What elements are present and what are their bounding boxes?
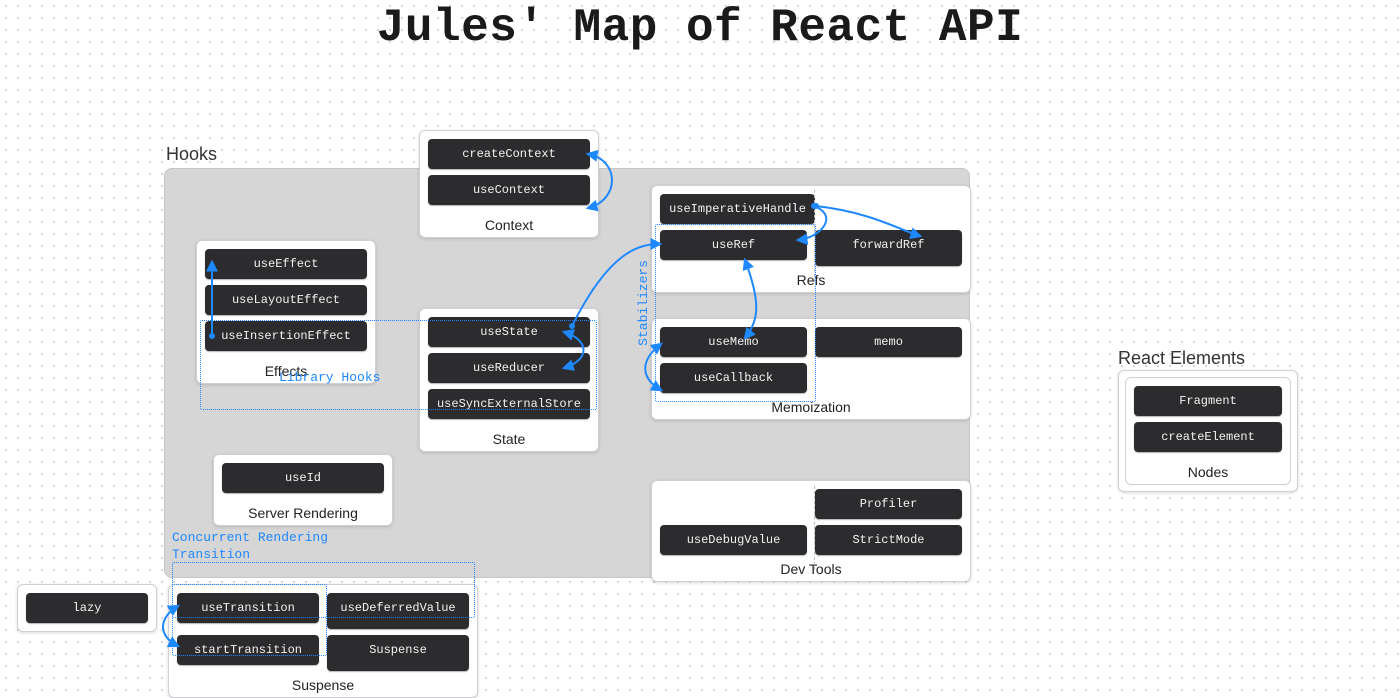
tile-lazy: lazy	[26, 593, 148, 623]
group-memoization: useMemo useCallback memo Memoization	[651, 318, 971, 420]
tile-useEffect: useEffect	[205, 249, 367, 279]
tile-useImperativeHandle: useImperativeHandle	[660, 194, 815, 224]
react-elements-label: React Elements	[1118, 348, 1245, 369]
tile-useTransition: useTransition	[177, 593, 319, 623]
group-suspense: useTransition useDeferredValue startTran…	[168, 584, 478, 698]
tile-Profiler: Profiler	[815, 489, 962, 519]
hooks-label: Hooks	[166, 144, 217, 165]
group-dev-tools: useDebugValue Profiler StrictMode Dev To…	[651, 480, 971, 582]
tile-useContext: useContext	[428, 175, 590, 205]
group-server-rendering: useId Server Rendering	[213, 454, 393, 526]
caption-context: Context	[420, 217, 598, 233]
tile-useDeferredValue: useDeferredValue	[327, 593, 469, 629]
caption-devtools: Dev Tools	[652, 561, 970, 577]
tile-useState: useState	[428, 317, 590, 347]
group-state: useState useReducer useSyncExternalStore…	[419, 308, 599, 452]
tile-createContext: createContext	[428, 139, 590, 169]
tile-Suspense: Suspense	[327, 635, 469, 671]
caption-nodes: Nodes	[1126, 464, 1290, 480]
group-react-elements: Fragment createElement Nodes	[1118, 370, 1298, 492]
tile-useSyncExternalStore: useSyncExternalStore	[428, 389, 590, 419]
page-title: Jules' Map of React API	[0, 2, 1400, 54]
caption-suspense: Suspense	[169, 677, 477, 693]
tile-startTransition: startTransition	[177, 635, 319, 665]
tile-useMemo: useMemo	[660, 327, 807, 357]
caption-effects: Effects	[197, 363, 375, 379]
tile-useReducer: useReducer	[428, 353, 590, 383]
tile-Fragment: Fragment	[1134, 386, 1282, 416]
group-effects: useEffect useLayoutEffect useInsertionEf…	[196, 240, 376, 384]
tile-StrictMode: StrictMode	[815, 525, 962, 555]
group-context: createContext useContext Context	[419, 130, 599, 238]
divider-devtools	[814, 486, 815, 570]
tile-memo: memo	[815, 327, 962, 357]
tile-createElement: createElement	[1134, 422, 1282, 452]
tile-useRef: useRef	[660, 230, 807, 260]
group-nodes: Fragment createElement Nodes	[1125, 377, 1291, 485]
tile-forwardRef: forwardRef	[815, 230, 962, 266]
group-lazy: lazy	[17, 584, 157, 632]
tile-useId: useId	[222, 463, 384, 493]
tile-useDebugValue: useDebugValue	[660, 525, 807, 555]
tile-useInsertionEffect: useInsertionEffect	[205, 321, 367, 351]
caption-server: Server Rendering	[214, 505, 392, 521]
tile-useCallback: useCallback	[660, 363, 807, 393]
tile-useLayoutEffect: useLayoutEffect	[205, 285, 367, 315]
caption-memo: Memoization	[652, 399, 970, 415]
caption-refs: Refs	[652, 272, 970, 288]
group-refs: useImperativeHandle useRef forwardRef Re…	[651, 185, 971, 293]
divider-refs	[814, 190, 815, 282]
caption-state: State	[420, 431, 598, 447]
